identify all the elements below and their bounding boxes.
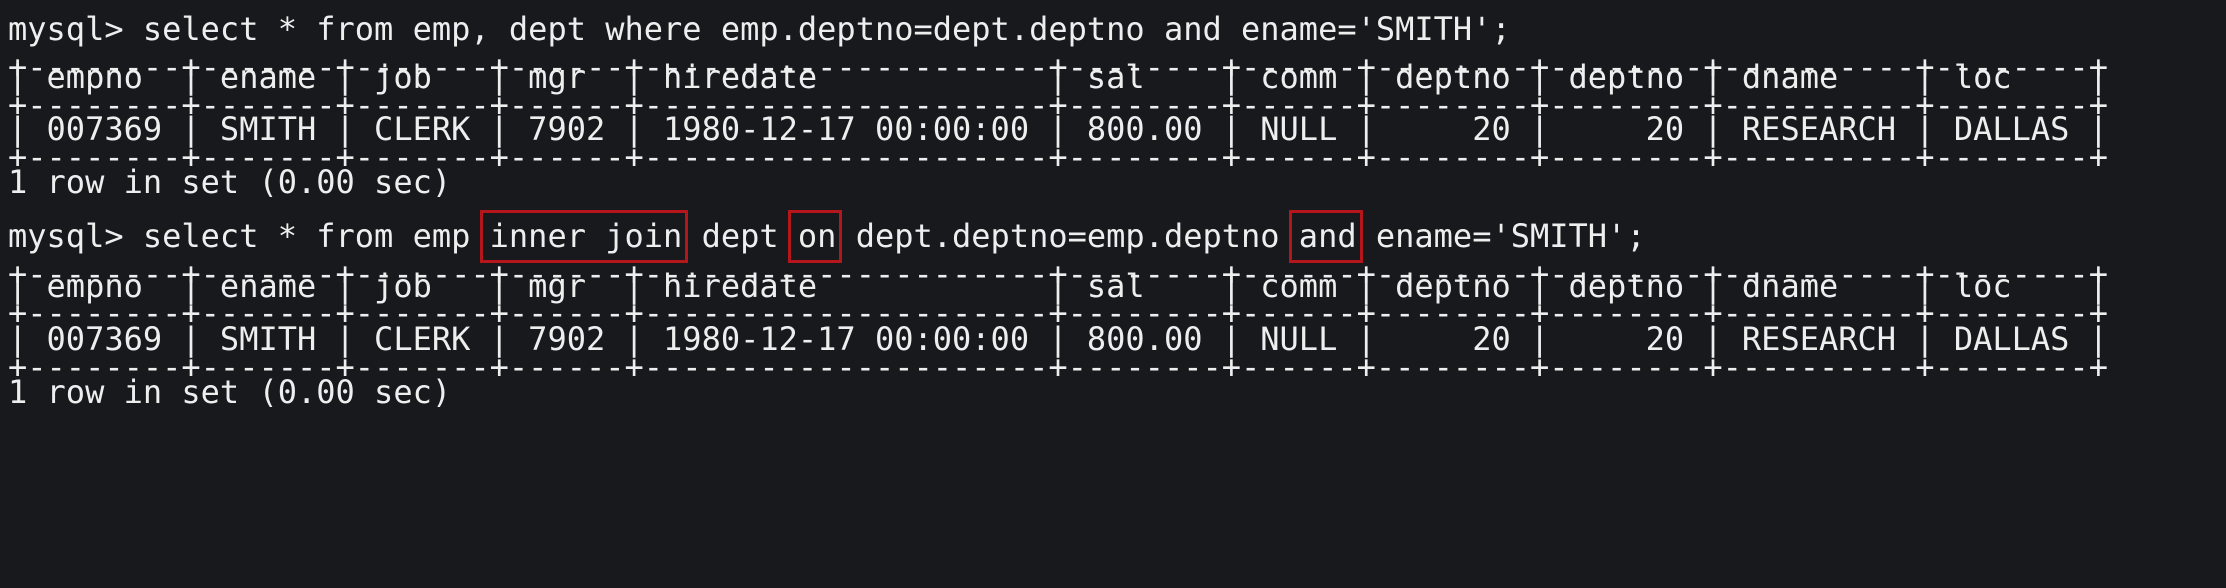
sql-segment: select * from emp bbox=[142, 217, 490, 255]
terminal-window[interactable]: mysql> select * from emp, dept where emp… bbox=[0, 0, 2226, 588]
sql-segment: dept bbox=[682, 217, 798, 255]
highlight-inner-join: inner join bbox=[489, 217, 683, 255]
mysql-prompt: mysql> bbox=[8, 10, 143, 48]
command-line-2: mysql> select * from emp inner join dept… bbox=[8, 217, 1646, 255]
mysql-prompt: mysql> bbox=[8, 217, 143, 255]
sql-segment: ename='SMITH'; bbox=[1356, 217, 1646, 255]
command-line-1: mysql> select * from emp, dept where emp… bbox=[8, 10, 1511, 48]
result-status: 1 row in set (0.00 sec) bbox=[8, 373, 452, 411]
sql-segment: dept.deptno=emp.deptno bbox=[836, 217, 1299, 255]
highlight-on: on bbox=[797, 217, 837, 255]
result-status: 1 row in set (0.00 sec) bbox=[8, 163, 452, 201]
highlight-and: and bbox=[1298, 217, 1357, 255]
sql-query-1: select * from emp, dept where emp.deptno… bbox=[142, 10, 1511, 48]
